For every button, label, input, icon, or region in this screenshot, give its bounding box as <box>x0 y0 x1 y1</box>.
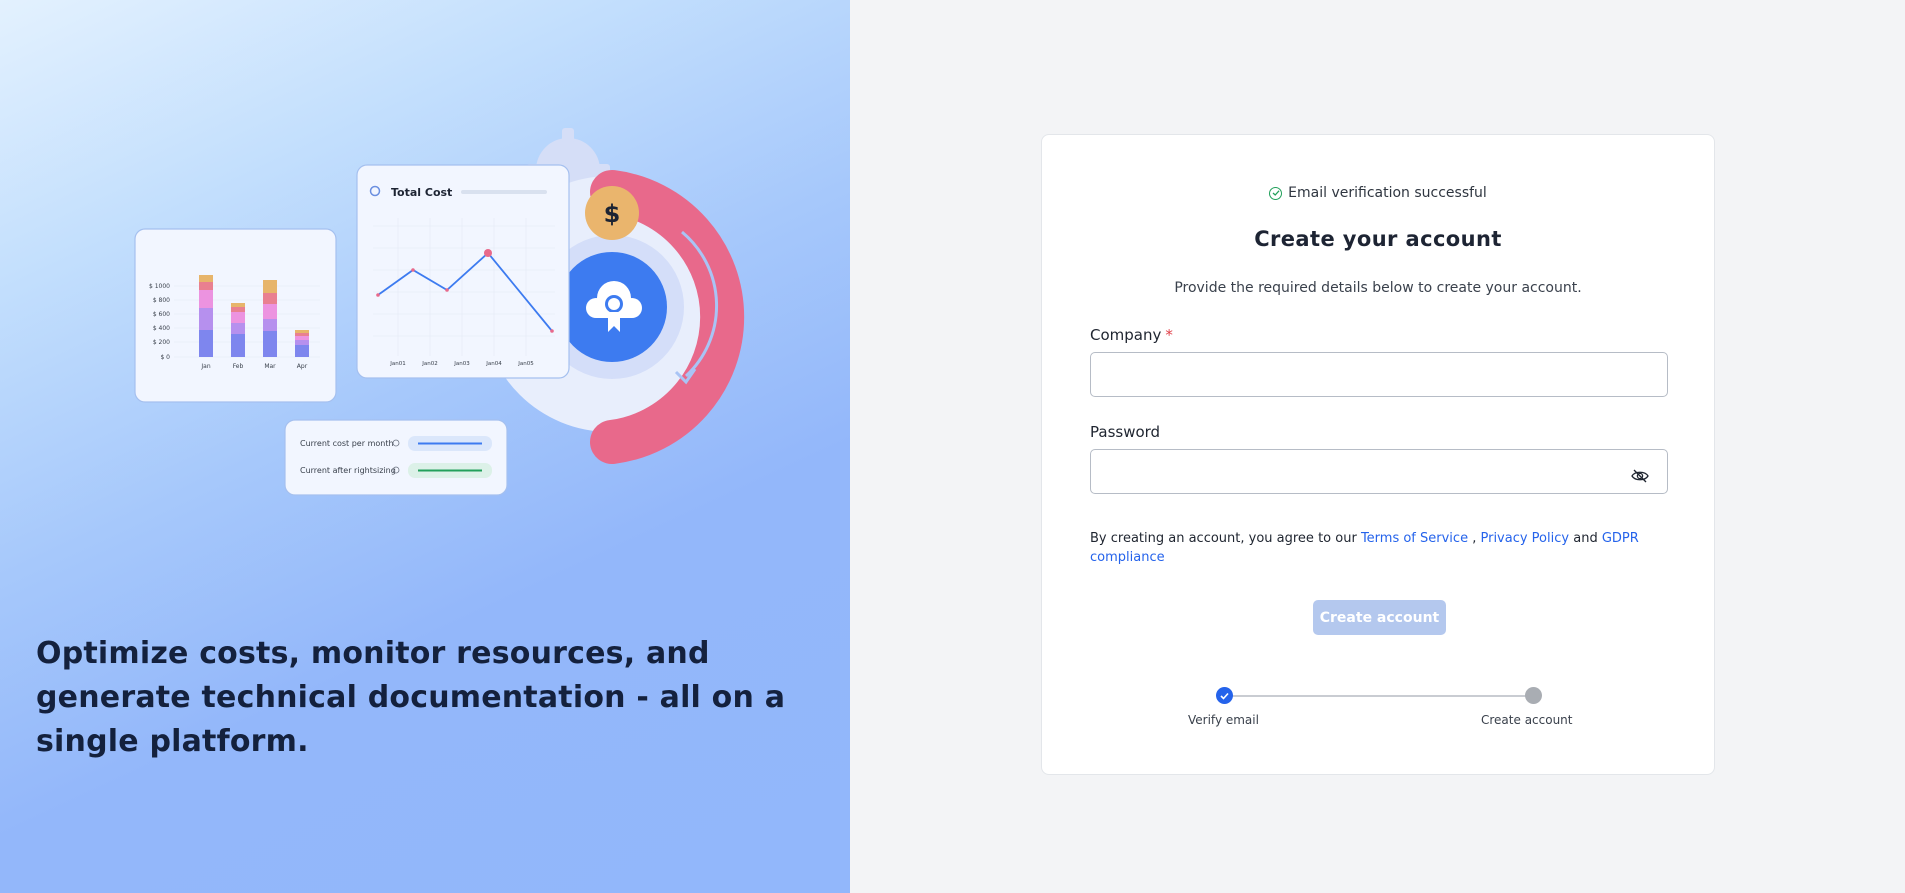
bar-chart-card: $ 1000 $ 800 $ 600 $ 400 $ 200 $ 0 Jan F… <box>134 228 337 403</box>
svg-text:Jan01: Jan01 <box>389 361 405 367</box>
svg-text:Jan05: Jan05 <box>517 361 534 367</box>
svg-text:Jan02: Jan02 <box>421 361 437 367</box>
eye-off-icon <box>1631 469 1649 483</box>
verification-text: Email verification successful <box>1288 185 1487 201</box>
step-label-verify-email: Verify email <box>1188 713 1259 727</box>
coin-symbol: $ <box>604 200 621 228</box>
progress-stepper: Verify email Create account <box>1042 687 1714 737</box>
svg-text:Jan03: Jan03 <box>453 361 470 367</box>
step-label-create-account: Create account <box>1481 713 1573 727</box>
check-circle-icon <box>1269 186 1283 200</box>
page-title: Create your account <box>1254 227 1502 251</box>
svg-text:$ 1000: $ 1000 <box>149 283 170 290</box>
password-input[interactable] <box>1090 449 1668 494</box>
verification-status: Email verification successful <box>1042 185 1714 201</box>
required-marker: * <box>1165 326 1173 344</box>
svg-text:$ 400: $ 400 <box>153 325 170 332</box>
svg-text:Jan: Jan <box>200 363 210 370</box>
svg-text:$ 600: $ 600 <box>153 311 170 318</box>
svg-text:Current after rightsizing: Current after rightsizing <box>300 466 396 475</box>
step-verify-email-indicator <box>1216 687 1233 704</box>
checkmark-icon <box>1220 692 1229 700</box>
password-label: Password <box>1090 423 1161 441</box>
terms-notice: By creating an account, you agree to our… <box>1090 531 1639 565</box>
svg-text:$ 0: $ 0 <box>160 354 170 361</box>
line-card-title: Total Cost <box>391 186 452 199</box>
step-create-account-indicator <box>1525 687 1542 704</box>
svg-text:$ 800: $ 800 <box>153 297 170 304</box>
metrics-card: Current cost per month Current after rig… <box>284 419 508 496</box>
svg-text:Apr: Apr <box>297 363 308 370</box>
line-chart-card: Total Cost Jan01 Jan02 Jan03 Jan04 Jan05 <box>356 164 570 379</box>
create-account-button[interactable]: Create account <box>1313 600 1446 635</box>
dashboard-illustration: $ $ 1000 $ 800 $ 600 $ 400 $ 200 $ 0 Jan… <box>134 128 745 496</box>
company-input[interactable] <box>1090 352 1668 397</box>
terms-of-service-link[interactable]: Terms of Service <box>1361 531 1468 546</box>
hero-tagline: Optimize costs, monitor resources, and g… <box>36 636 786 759</box>
stepper-connector <box>1224 695 1534 697</box>
password-visibility-toggle[interactable] <box>1626 462 1654 490</box>
page-subtitle: Provide the required details below to cr… <box>1174 280 1582 296</box>
svg-text:Current cost per month: Current cost per month <box>300 439 394 448</box>
hero-panel: $ $ 1000 $ 800 $ 600 $ 400 $ 200 $ 0 Jan… <box>0 0 850 893</box>
svg-text:Jan04: Jan04 <box>485 361 502 367</box>
signup-card: Email verification successful Create you… <box>1041 134 1715 775</box>
svg-text:$ 200: $ 200 <box>153 339 170 346</box>
privacy-policy-link[interactable]: Privacy Policy <box>1480 531 1569 546</box>
svg-text:Mar: Mar <box>264 363 276 370</box>
company-label: Company * <box>1090 326 1173 344</box>
svg-text:Feb: Feb <box>233 363 244 370</box>
